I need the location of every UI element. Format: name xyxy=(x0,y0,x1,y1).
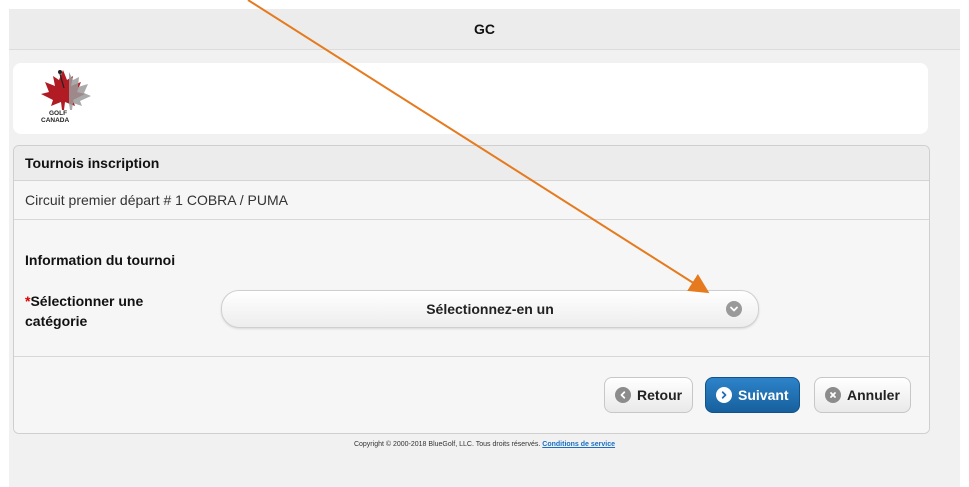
app-title: GC xyxy=(474,21,495,37)
close-icon xyxy=(825,387,841,403)
back-button-label: Retour xyxy=(637,387,683,403)
terms-of-service-link[interactable]: Conditions de service xyxy=(542,441,615,448)
category-select[interactable]: Sélectionnez-en un xyxy=(221,290,759,328)
category-select-value: Sélectionnez-en un xyxy=(426,301,554,317)
back-button[interactable]: Retour xyxy=(604,377,694,413)
logo-line-golf: GOLF xyxy=(49,110,68,117)
next-button[interactable]: Suivant xyxy=(705,377,800,413)
maple-leaf-icon xyxy=(41,70,91,110)
cancel-button[interactable]: Annuler xyxy=(814,377,911,413)
panel-header: Tournois inscription xyxy=(14,146,929,181)
logo-card: GOLF CANADA xyxy=(13,63,928,134)
golf-canada-logo: GOLF CANADA xyxy=(33,68,93,130)
action-bar: Retour Suivant Annuler xyxy=(14,356,929,433)
app-title-bar: GC xyxy=(9,9,960,50)
chevron-left-icon xyxy=(615,387,631,403)
chevron-right-icon xyxy=(716,387,732,403)
chevron-down-icon xyxy=(726,301,742,317)
copyright-footer: Copyright © 2000-2018 BlueGolf, LLC. Tou… xyxy=(0,441,969,448)
tournament-registration-panel: Tournois inscription Circuit premier dép… xyxy=(13,145,930,434)
section-title: Information du tournoi xyxy=(25,252,176,268)
logo-wordmark: GOLF CANADA xyxy=(41,110,89,124)
logo-line-canada: CANADA xyxy=(41,117,70,124)
next-button-label: Suivant xyxy=(738,387,789,403)
cancel-button-label: Annuler xyxy=(847,387,900,403)
tournament-name: Circuit premier départ # 1 COBRA / PUMA xyxy=(14,181,929,220)
copyright-text: Copyright © 2000-2018 BlueGolf, LLC. Tou… xyxy=(353,441,541,448)
category-label: *Sélectionner une catégorie xyxy=(25,291,195,331)
category-label-text: Sélectionner une catégorie xyxy=(25,293,144,329)
